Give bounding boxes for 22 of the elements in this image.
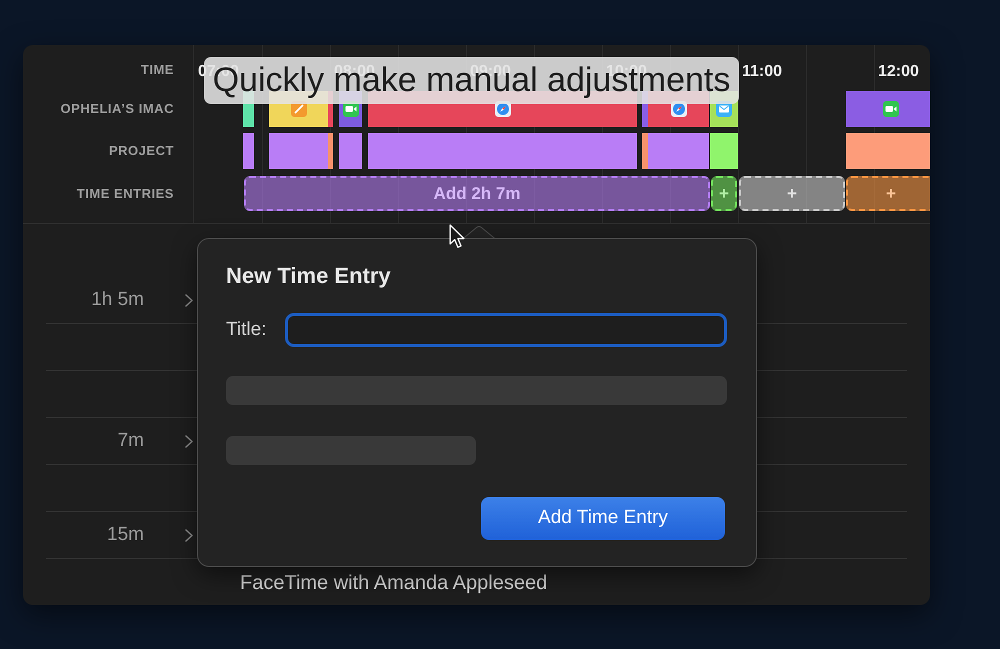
add-entry-button[interactable]: +: [711, 176, 737, 211]
hour-label: 12:00: [878, 62, 919, 82]
chevron-icon[interactable]: [185, 294, 193, 306]
entry-title: FaceTime with Amanda Appleseed: [240, 572, 548, 594]
add-entry-button[interactable]: Add 2h 7m: [244, 176, 710, 211]
chevron-icon[interactable]: [185, 528, 193, 542]
field-label: Title:: [226, 318, 268, 342]
duration-label: 7m: [118, 428, 144, 453]
video-camera-icon: [883, 101, 899, 117]
add-entry-button[interactable]: +: [846, 176, 930, 211]
chevron-icon[interactable]: [185, 434, 193, 448]
duration-label: 15m: [107, 522, 144, 547]
row-label: OPHELIA’S IMAC: [60, 100, 174, 118]
row-label: TIME ENTRIES: [76, 184, 174, 203]
popover-title: New Time Entry: [226, 263, 392, 289]
title-input[interactable]: [284, 313, 727, 347]
add-entry-button[interactable]: +: [739, 176, 845, 211]
row-label: PROJECT: [108, 142, 174, 160]
hour-label: 11:00: [742, 62, 782, 82]
add-time-entry-button[interactable]: Add Time Entry: [481, 497, 725, 540]
duration-label: 1h 5m: [91, 288, 144, 312]
row-label: TIME: [140, 61, 174, 80]
